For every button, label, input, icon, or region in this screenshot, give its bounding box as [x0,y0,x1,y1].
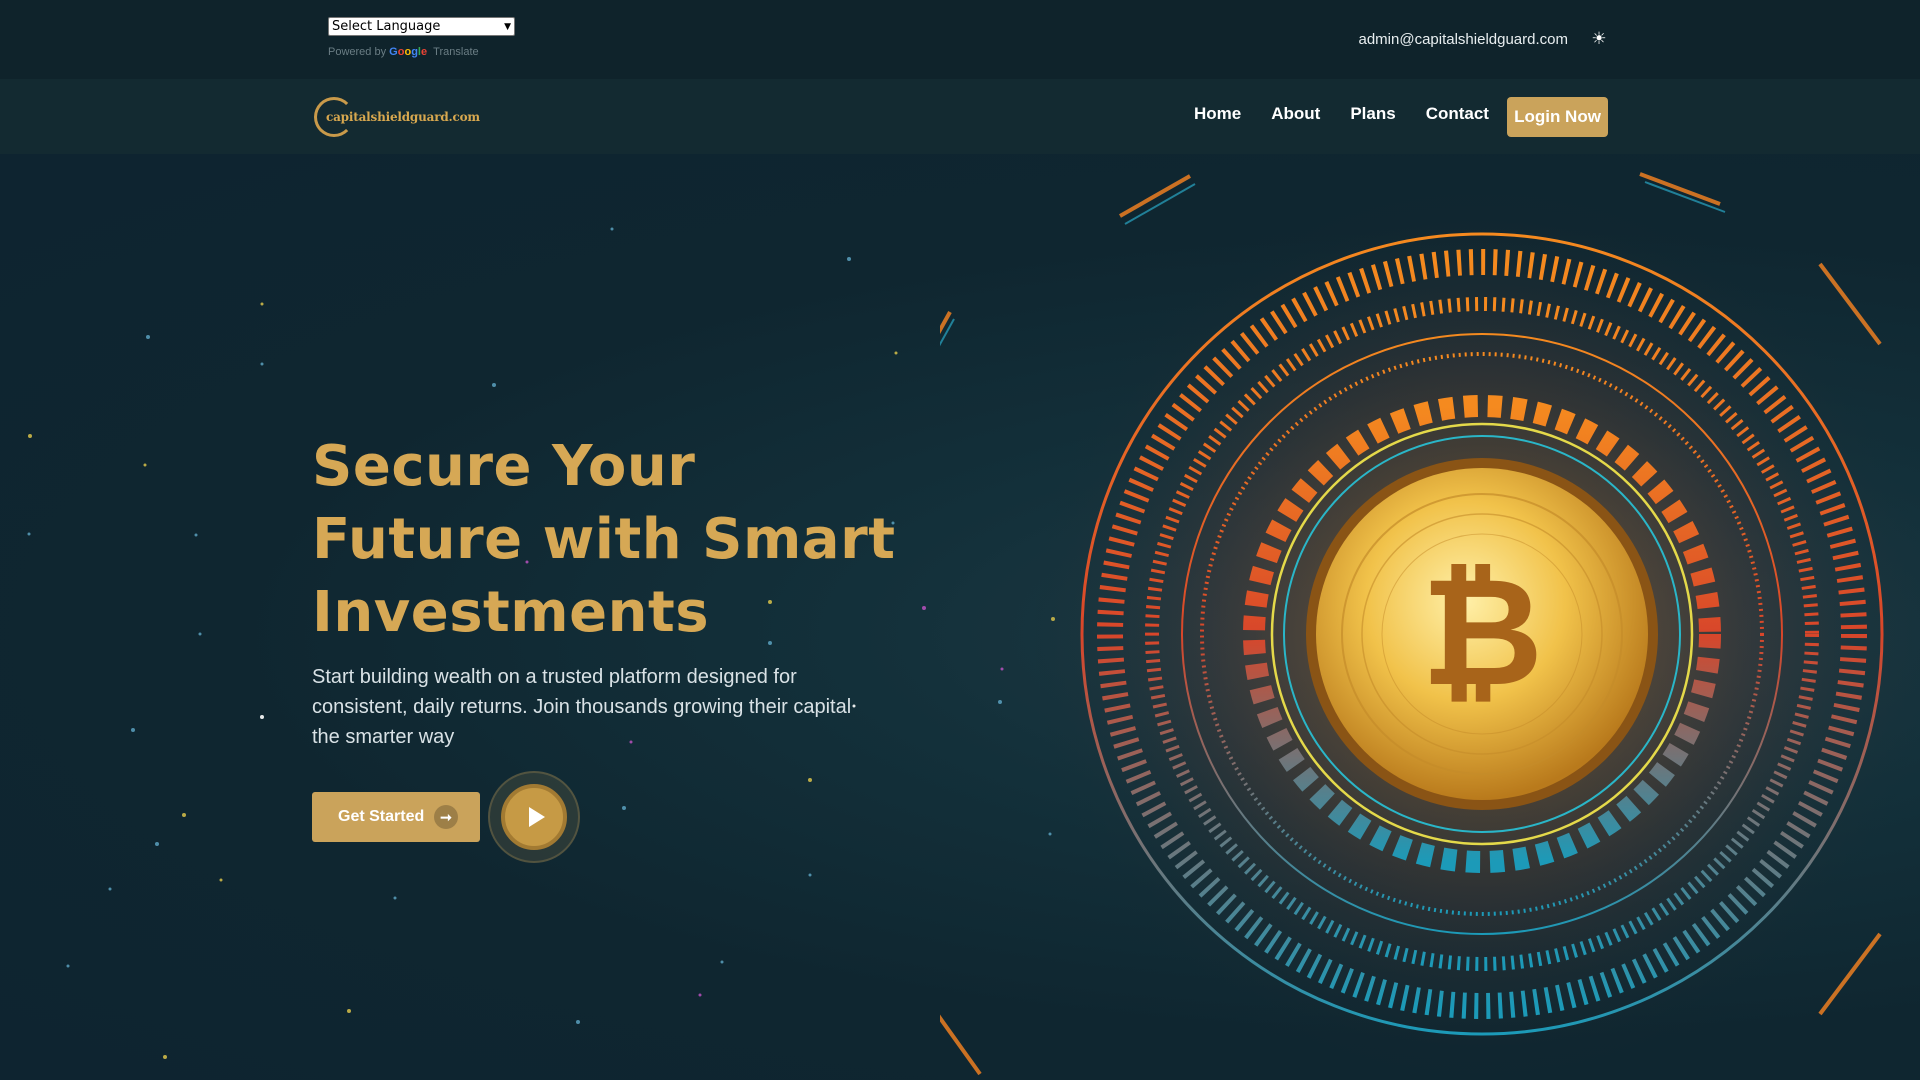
chevron-down-icon: ▼ [504,21,511,32]
nav-about[interactable]: About [1271,104,1320,124]
nav-contact[interactable]: Contact [1426,104,1489,124]
hero-section: Secure Your Future with Smart Investment… [0,154,1920,1080]
contact-email[interactable]: admin@capitalshieldguard.com [1358,31,1568,48]
site-logo[interactable]: capitalshieldguard.com [314,95,480,139]
arrow-right-icon: ➞ [434,805,458,829]
login-button[interactable]: Login Now [1507,97,1608,137]
nav-home[interactable]: Home [1194,104,1241,124]
play-icon [529,807,545,827]
bitcoin-illustration: ₿ [940,172,1920,1080]
get-started-button[interactable]: Get Started ➞ [312,792,480,842]
nav-plans[interactable]: Plans [1350,104,1395,124]
get-started-label: Get Started [338,808,425,825]
main-nav: Home About Plans Contact [1194,104,1519,124]
logo-ring-icon [314,97,354,137]
powered-by-google-translate: Powered by Google Translate [328,46,479,58]
language-select[interactable]: Select Language ▼ [328,17,515,36]
google-logo: Google [389,46,428,58]
bitcoin-icon: ₿ [1421,546,1543,720]
hero-title: Secure Your Future with Smart Investment… [312,434,896,645]
play-video-button[interactable] [501,784,567,850]
hero-subtitle: Start building wealth on a trusted platf… [312,666,852,748]
translate-link[interactable]: Translate [433,46,478,58]
powered-by-label: Powered by [328,46,387,58]
top-bar: Select Language ▼ Powered by Google Tran… [0,0,1920,79]
sun-icon[interactable]: ☀ [1590,30,1608,48]
main-navbar [0,79,1920,154]
language-select-value: Select Language [332,19,441,34]
